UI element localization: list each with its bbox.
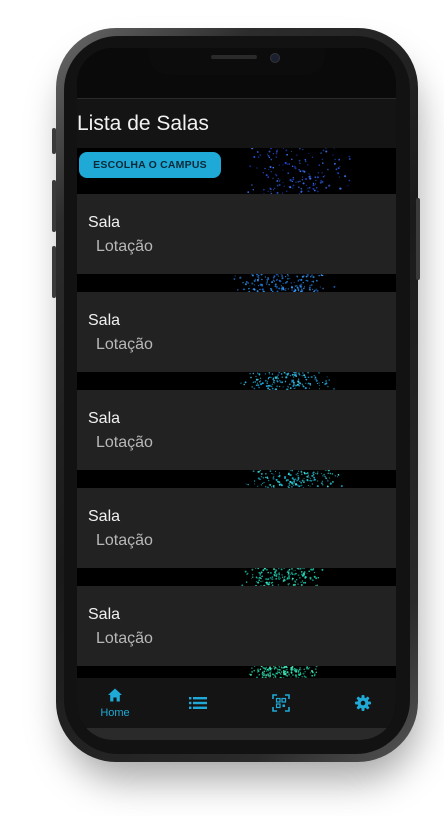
room-capacity: Lotação [96,238,153,255]
front-camera [270,53,280,63]
nav-label-home: Home [100,707,130,719]
phone-screen: Lista de Salas ESCOLHA O CAMPUS Sala Lot… [77,48,396,740]
choose-campus-button[interactable]: ESCOLHA O CAMPUS [79,152,221,178]
speaker-grille [211,55,257,59]
room-name: Sala [88,214,121,231]
page-title: Lista de Salas [77,112,209,135]
room-name: Sala [88,508,121,525]
nav-item-home[interactable]: Home [85,678,145,728]
power-button [416,198,420,280]
list-icon [189,697,207,709]
room-name: Sala [88,410,121,427]
mute-switch [52,128,56,154]
room-capacity: Lotação [96,532,153,549]
home-indicator-bar [77,728,396,740]
nav-item-list[interactable] [168,678,228,728]
home-icon [108,688,122,702]
room-capacity: Lotação [96,630,153,647]
room-name: Sala [88,606,121,623]
room-name: Sala [88,312,121,329]
room-card[interactable]: Sala Lotação [77,194,396,274]
volume-down-button [52,246,56,298]
nav-item-scan[interactable] [251,678,311,728]
room-card[interactable]: Sala Lotação [77,586,396,666]
app-bar: Lista de Salas [77,98,396,149]
room-card[interactable]: Sala Lotação [77,390,396,470]
room-capacity: Lotação [96,434,153,451]
nav-item-settings[interactable] [333,678,393,728]
room-capacity: Lotação [96,336,153,353]
bottom-navigation: Home [77,678,396,728]
room-card[interactable]: Sala Lotação [77,292,396,372]
room-card[interactable]: Sala Lotação [77,488,396,568]
qr-scan-icon [272,694,290,712]
volume-up-button [52,180,56,232]
notch [149,48,325,75]
gear-icon [355,695,371,711]
room-list-container[interactable]: ESCOLHA O CAMPUS Sala Lotação Sala Lotaç… [77,148,396,678]
